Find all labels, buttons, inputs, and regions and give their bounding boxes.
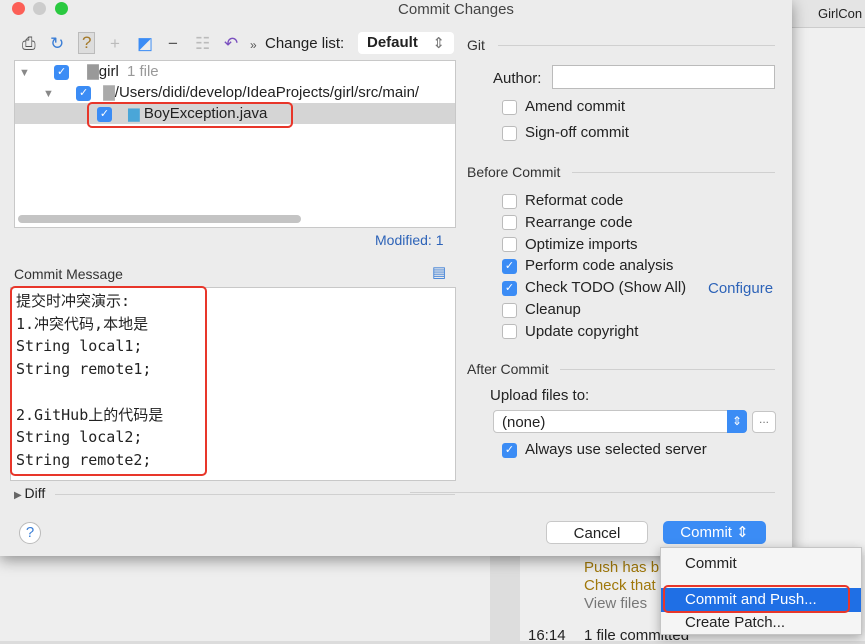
before-commit-option[interactable]: Update copyright [502,323,638,343]
author-input[interactable] [552,65,775,89]
after-commit-label: After Commit [467,361,549,377]
changes-tree: ▼ ✓ ▇girl 1 file ▼ ✓ ▇/Users/didi/develo… [14,60,456,228]
remove-icon[interactable]: − [168,34,178,54]
upload-label: Upload files to: [490,387,590,404]
before-commit-option[interactable]: Reformat code [502,192,623,212]
show-diff-icon[interactable]: ⎙ [22,34,36,54]
change-list-label: Change list: [265,35,345,52]
highlight-box [10,286,207,476]
group-icon[interactable]: ☷ [195,34,210,54]
before-commit-option[interactable]: ✓ Check TODO (Show All) [502,279,686,299]
highlight-box [87,102,293,128]
commit-message-label: Commit Message [14,266,123,282]
upload-server-select[interactable]: (none) ⇕ [493,410,747,433]
checkbox[interactable]: ✓ [502,258,517,274]
browse-button[interactable]: ... [752,411,776,433]
menu-item-create-patch[interactable]: Create Patch... [661,611,861,635]
before-commit-option[interactable]: Cleanup [502,301,581,321]
checkbox[interactable]: ✓ [76,85,92,101]
diff-toggle[interactable]: ▶ Diff [14,485,45,501]
window-title: Commit Changes [398,1,514,18]
change-list-select[interactable]: Default ⇕ [358,32,454,54]
menu-item-commit[interactable]: Commit [661,552,861,576]
highlight-box [663,585,850,613]
before-commit-option[interactable]: Rearrange code [502,214,633,234]
signoff-commit-checkbox[interactable]: Sign-off commit [502,124,629,144]
checkbox[interactable] [502,193,517,209]
checkbox[interactable]: ✓ [54,64,70,80]
rollback-icon[interactable]: ↶ [224,34,238,54]
refresh-icon[interactable]: ↻ [50,34,64,54]
amend-commit-checkbox[interactable]: Amend commit [502,98,625,118]
background-tab: GirlCon [790,0,865,28]
checkbox[interactable] [502,215,517,231]
tree-node-root[interactable]: ▼ ✓ ▇girl 1 file [15,61,455,82]
checkbox[interactable] [502,302,517,318]
horizontal-scrollbar[interactable] [18,215,301,223]
cancel-button[interactable]: Cancel [546,521,648,544]
move-changelist-icon[interactable]: ◩ [137,34,153,54]
author-label: Author: [493,70,542,87]
before-commit-option[interactable]: ✓ Perform code analysis [502,257,673,277]
configure-link[interactable]: Configure [708,280,773,297]
modified-count: Modified: 1 [375,232,444,248]
checkbox[interactable]: ✓ [502,280,517,296]
checkbox[interactable] [502,237,517,253]
more-icon[interactable]: » [250,38,257,52]
before-commit-option[interactable]: Optimize imports [502,236,638,256]
git-section-label: Git [467,37,485,53]
background-ide [790,0,865,641]
always-use-server-checkbox[interactable]: ✓ Always use selected server [502,441,707,461]
unversioned-files-icon[interactable]: ? [78,32,96,54]
checkbox[interactable] [502,324,517,340]
commit-button[interactable]: Commit ⇕ [663,521,766,544]
commit-dialog: Commit Changes ⎙ ↻ ? + ◩ − ☷ ↶ » Change … [0,0,792,556]
help-button[interactable]: ? [19,522,41,544]
add-icon[interactable]: + [110,34,120,54]
message-history-icon[interactable]: ▤ [432,263,446,281]
before-commit-label: Before Commit [467,164,561,180]
tree-node-path[interactable]: ▼ ✓ ▇/Users/didi/develop/IdeaProjects/gi… [15,82,455,103]
